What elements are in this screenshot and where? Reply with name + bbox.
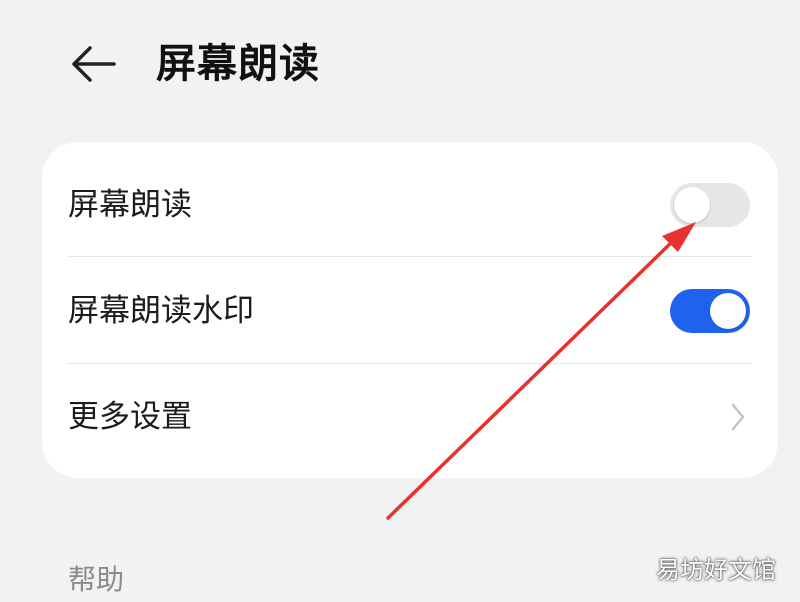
setting-row-screen-reader[interactable]: 屏幕朗读	[42, 152, 778, 258]
back-button[interactable]	[64, 40, 120, 88]
setting-row-more-settings[interactable]: 更多设置	[42, 364, 778, 470]
watermark-text: 易坊好文馆	[656, 556, 776, 584]
divider	[68, 256, 752, 257]
toggle-knob	[674, 187, 710, 223]
screen-reader-watermark-toggle[interactable]	[670, 289, 750, 333]
setting-label-screen-reader-watermark: 屏幕朗读水印	[68, 293, 254, 329]
setting-label-more-settings: 更多设置	[68, 399, 192, 435]
arrow-left-icon	[72, 46, 116, 82]
screen-reader-toggle[interactable]	[670, 183, 750, 227]
settings-card: 屏幕朗读 屏幕朗读水印 更多设置	[42, 142, 778, 478]
header-bar: 屏幕朗读	[0, 0, 800, 130]
setting-row-screen-reader-watermark[interactable]: 屏幕朗读水印	[42, 258, 778, 364]
setting-label-screen-reader: 屏幕朗读	[68, 187, 192, 223]
page-title: 屏幕朗读	[156, 41, 320, 87]
chevron-right-icon	[731, 403, 745, 431]
help-section-label: 帮助	[68, 563, 125, 596]
toggle-knob	[710, 293, 746, 329]
